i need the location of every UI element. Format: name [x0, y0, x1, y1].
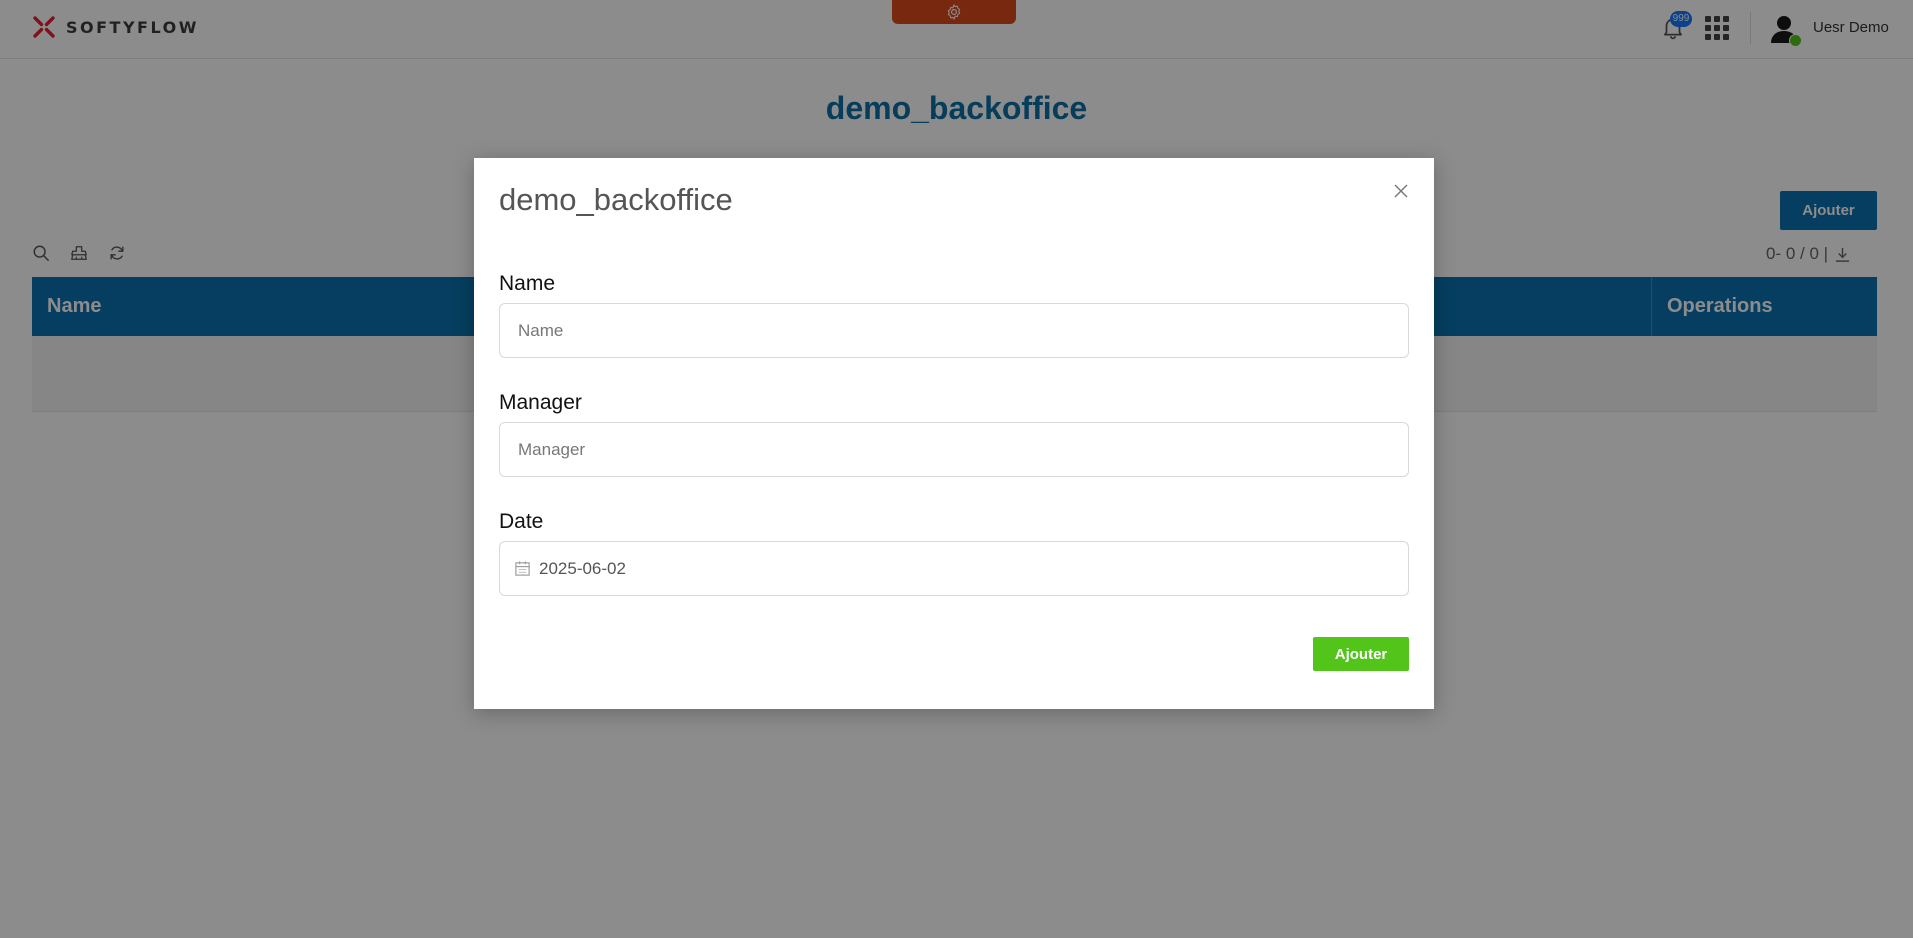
calendar-icon — [515, 561, 530, 576]
modal-title: demo_backoffice — [499, 182, 733, 217]
manager-field-label: Manager — [499, 391, 582, 414]
date-value: 2025-06-02 — [539, 558, 626, 578]
date-picker-input[interactable]: 2025-06-02 — [499, 541, 1409, 596]
modal-submit-button[interactable]: Ajouter — [1313, 637, 1409, 671]
close-icon — [1394, 184, 1408, 198]
date-field-label: Date — [499, 510, 544, 533]
modal-close-button[interactable] — [1390, 180, 1412, 202]
name-field-label: Name — [499, 272, 556, 295]
manager-input[interactable] — [499, 422, 1409, 477]
add-record-modal: demo_backoffice Name Manager Date 2025-0… — [474, 158, 1434, 709]
name-input[interactable] — [499, 303, 1409, 358]
